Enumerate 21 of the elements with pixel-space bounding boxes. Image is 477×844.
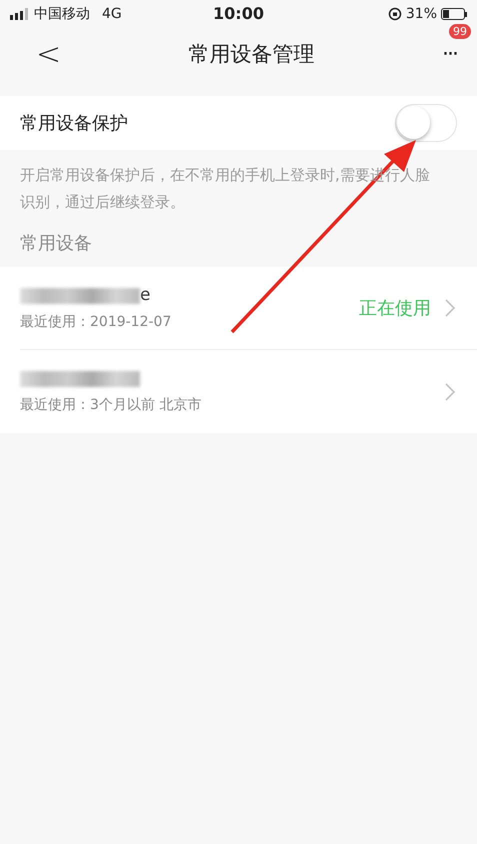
notification-badge: 99 <box>449 24 471 39</box>
battery-percent: 31% <box>406 4 437 24</box>
device-row[interactable]: 最近使用：3个月以前 北京市 <box>20 350 477 433</box>
chevron-icon <box>445 382 455 400</box>
rotation-lock-icon <box>388 7 402 21</box>
network-type: 4G <box>102 4 122 24</box>
device-row[interactable]: e 最近使用：2019-12-07 正在使用 <box>20 267 477 350</box>
battery-icon <box>441 8 467 20</box>
back-button[interactable]: < <box>36 40 62 70</box>
page-title: 常用设备管理 <box>188 41 315 68</box>
status-text: 正在使用 <box>359 296 431 320</box>
toggle-switch[interactable] <box>395 104 457 142</box>
carrier-name: 中国移动 <box>34 4 90 24</box>
last-used-text: 最近使用：3个月以前 北京市 <box>20 396 202 415</box>
setting-label: 常用设备保护 <box>20 112 128 136</box>
last-used-text: 最近使用：2019-12-07 <box>20 312 172 332</box>
status-time: 10:00 <box>213 3 264 25</box>
chevron-icon <box>445 299 455 317</box>
section-title: 常用设备 <box>19 232 93 256</box>
device-name: e <box>140 284 150 307</box>
signal-icon <box>10 8 30 20</box>
